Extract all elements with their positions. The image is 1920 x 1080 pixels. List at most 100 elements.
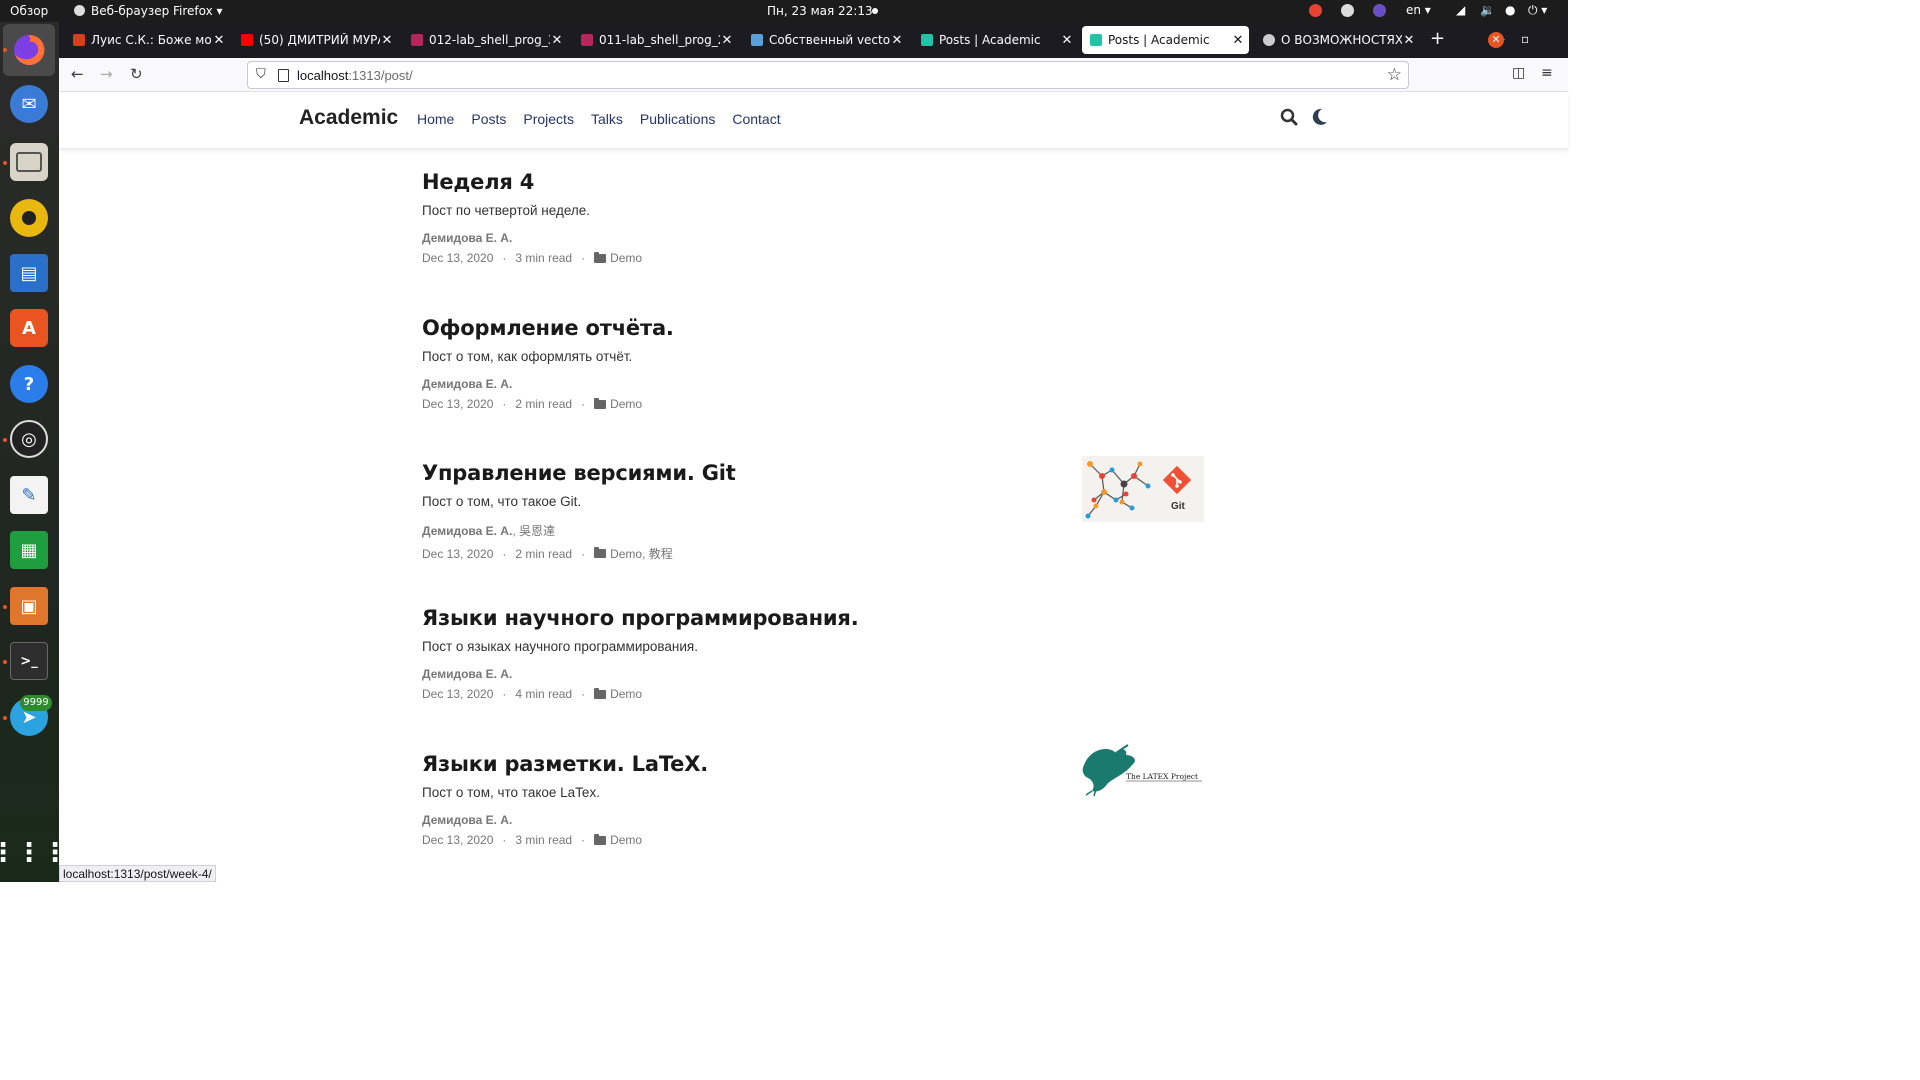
post-category[interactable]: Demo — [610, 833, 642, 847]
terminal-dock-icon[interactable]: >_ — [10, 642, 48, 680]
software-center-dock-icon[interactable]: A — [10, 309, 48, 347]
running-indicator — [3, 161, 7, 165]
post-category[interactable]: Demo — [610, 251, 642, 265]
post-authors: Демидова Е. А. — [422, 377, 1212, 391]
menu-posts[interactable]: Posts — [471, 111, 506, 127]
reload-button[interactable]: ↻ — [130, 65, 143, 83]
tab-favicon-icon — [73, 34, 85, 46]
post-title[interactable]: Языки научного программирования. — [422, 606, 1212, 630]
tab-7[interactable]: О ВОЗМОЖНОСТЯХ И ✕ — [1255, 26, 1420, 54]
tab-close-icon[interactable]: ✕ — [1402, 33, 1416, 48]
bookmark-star-icon[interactable]: ☆ — [1387, 65, 1402, 85]
tab-close-icon[interactable]: ✕ — [380, 33, 394, 48]
new-tab-button[interactable]: + — [1430, 30, 1445, 48]
menu-talks[interactable]: Talks — [591, 111, 623, 127]
maximize-button[interactable]: ▫ — [1521, 32, 1529, 46]
post-author[interactable]: Демидова Е. А. — [422, 524, 512, 538]
chrome-tray-icon[interactable] — [1309, 4, 1322, 17]
git-logo-text: Git — [1171, 501, 1186, 512]
site-brand[interactable]: Academic — [299, 106, 398, 130]
calc-dock-icon[interactable]: ▦ — [10, 531, 48, 569]
latex-post-thumbnail[interactable]: The LATEX Project — [1082, 743, 1204, 797]
url-text[interactable]: localhost:1313/post/ — [297, 68, 413, 83]
post-author[interactable]: Демидова Е. А. — [422, 377, 512, 391]
firefox-dock-icon[interactable] — [3, 24, 55, 76]
post-author[interactable]: Демидова Е. А. — [422, 231, 512, 245]
files-dock-icon[interactable] — [10, 143, 48, 181]
post-date: Dec 13, 2020 — [422, 687, 494, 701]
post-author[interactable]: Демидова Е. А. — [422, 813, 512, 827]
search-icon[interactable] — [1280, 108, 1298, 130]
tab-2[interactable]: 012-lab_shell_prog_3.p ✕ — [403, 26, 568, 54]
academic-favicon-icon — [1090, 34, 1102, 46]
post-summary: Пост по четвертой неделе. — [422, 203, 591, 218]
tab-close-icon[interactable]: ✕ — [212, 33, 226, 48]
thunderbird-dock-icon[interactable]: ✉ — [10, 85, 48, 123]
menu-publications[interactable]: Publications — [640, 111, 716, 127]
folder-icon — [594, 397, 607, 409]
url-bar[interactable]: ⛉ localhost:1313/post/ ☆ — [247, 61, 1409, 89]
tab-close-icon[interactable]: ✕ — [550, 33, 564, 48]
tab-title: Собственный vector н — [769, 33, 890, 47]
obs-dock-icon[interactable]: ◎ — [10, 420, 48, 458]
volume-icon[interactable]: 🔉 — [1480, 3, 1495, 17]
post-item: Языки научного программирования. Пост о … — [422, 606, 1212, 701]
git-post-thumbnail[interactable]: Git — [1082, 456, 1204, 522]
page-info-icon[interactable] — [278, 69, 289, 82]
tab-5[interactable]: Posts | Academic ✕ — [913, 26, 1078, 54]
post-author[interactable]: Демидова Е. А. — [422, 667, 512, 681]
text-editor-dock-icon[interactable]: ✎ — [10, 476, 48, 514]
tab-close-icon[interactable]: ✕ — [1231, 33, 1245, 48]
dark-mode-moon-icon[interactable] — [1312, 108, 1328, 130]
tab-close-icon[interactable]: ✕ — [720, 33, 734, 48]
site-menu: Home Posts Projects Talks Publications C… — [417, 111, 798, 127]
menu-contact[interactable]: Contact — [732, 111, 780, 127]
pocket-icon[interactable]: ◫ — [1512, 65, 1525, 81]
post-author-extra[interactable]: , 吳恩達 — [512, 524, 555, 538]
power-menu-icon[interactable]: ⏻ ▾ — [1528, 3, 1547, 18]
tracking-protection-shield-icon[interactable]: ⛉ — [256, 67, 266, 82]
tab-3[interactable]: 011-lab_shell_prog_2.p ✕ — [573, 26, 738, 54]
app-tray-icon[interactable] — [1373, 4, 1386, 17]
back-button[interactable]: ← — [71, 65, 84, 83]
post-authors: Демидова Е. А., 吳恩達 — [422, 522, 1212, 539]
tab-1[interactable]: (50) ДМИТРИЙ МУРАТ ✕ — [233, 26, 398, 54]
microphone-icon[interactable]: ● — [1505, 3, 1515, 17]
tab-0[interactable]: Луис С.К.: Боже мой – ✕ — [65, 26, 230, 54]
post-authors: Демидова Е. А. — [422, 231, 1212, 245]
help-dock-icon[interactable]: ? — [10, 365, 48, 403]
post-category[interactable]: Demo — [610, 397, 642, 411]
app-menu[interactable]: Веб-браузер Firefox ▾ — [74, 4, 223, 18]
tab-6-active[interactable]: Posts | Academic ✕ — [1082, 26, 1249, 54]
tab-title: Posts | Academic — [1108, 33, 1210, 47]
tab-close-icon[interactable]: ✕ — [890, 33, 904, 48]
language-indicator[interactable]: en ▾ — [1406, 3, 1431, 17]
activities-button[interactable]: Обзор — [10, 4, 48, 18]
post-item: Неделя 4 Пост по четвертой неделе. Демид… — [422, 170, 1212, 265]
tab-title: (50) ДМИТРИЙ МУРАТ — [259, 33, 380, 47]
tab-4[interactable]: Собственный vector н ✕ — [743, 26, 908, 54]
menu-home[interactable]: Home — [417, 111, 454, 127]
rhythmbox-dock-icon[interactable] — [10, 199, 48, 237]
running-indicator — [3, 660, 7, 664]
wifi-icon[interactable]: ◢ — [1456, 3, 1465, 17]
window-close-button[interactable]: ✕ — [1488, 32, 1504, 48]
post-title[interactable]: Неделя 4 — [422, 170, 1212, 194]
post-date: Dec 13, 2020 — [422, 833, 494, 847]
clock[interactable]: Пн, 23 мая 22:13 — [767, 4, 873, 18]
tab-title: О ВОЗМОЖНОСТЯХ И — [1281, 33, 1402, 47]
obs-tray-icon[interactable] — [1341, 4, 1354, 17]
hamburger-menu-icon[interactable]: ≡ — [1541, 65, 1553, 81]
post-title[interactable]: Оформление отчёта. — [422, 316, 1212, 340]
post-meta: Dec 13, 2020 · 2 min read · Demo — [422, 397, 643, 411]
dock: ✉ ▤ A ? ◎ ✎ ▦ ▣ >_ ➤ 9999 ⋮⋮⋮ — [0, 22, 68, 882]
impress-dock-icon[interactable]: ▣ — [10, 587, 48, 625]
post-category[interactable]: Demo, 教程 — [610, 545, 673, 562]
post-category[interactable]: Demo — [610, 687, 642, 701]
menu-projects[interactable]: Projects — [523, 111, 574, 127]
tab-close-icon[interactable]: ✕ — [1060, 33, 1074, 48]
forward-button[interactable]: → — [100, 65, 113, 83]
firefox-small-icon — [74, 5, 85, 16]
show-applications-icon[interactable]: ⋮⋮⋮ — [0, 834, 68, 872]
writer-dock-icon[interactable]: ▤ — [10, 254, 48, 292]
